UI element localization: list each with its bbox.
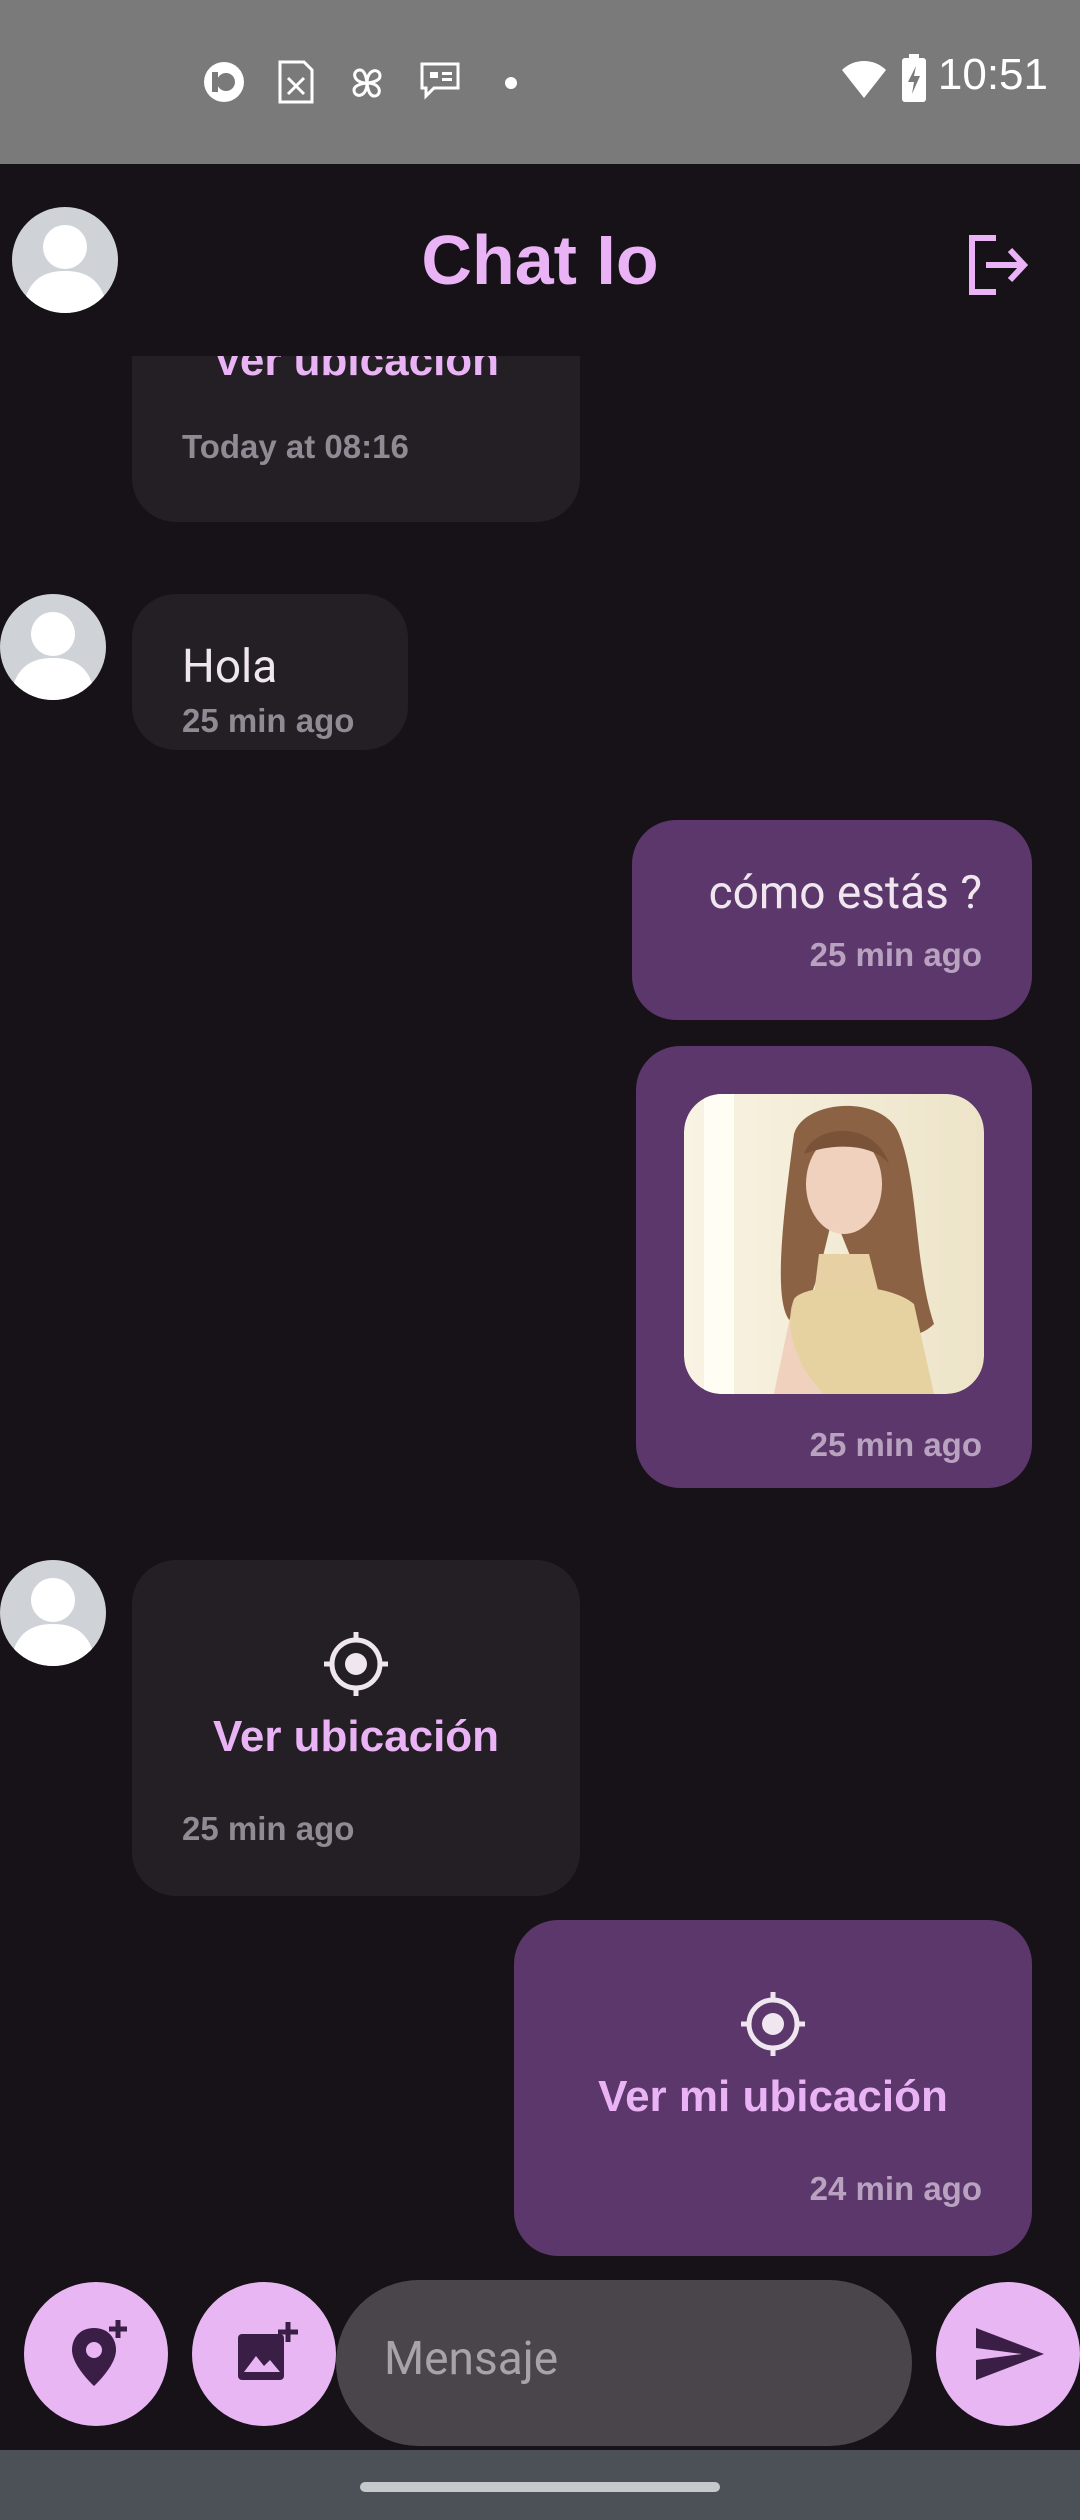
photo-thumbnail[interactable] <box>684 1094 984 1394</box>
home-gesture-handle[interactable] <box>360 2482 720 2492</box>
message-time: 25 min ago <box>809 936 982 973</box>
message-time: 25 min ago <box>182 702 355 739</box>
contact-avatar-icon <box>0 1560 106 1666</box>
message-text: cómo estás ? <box>708 866 982 920</box>
add-location-icon <box>72 2320 127 2386</box>
message-bubble-incoming: Ver ubicación Today at 08:16 <box>132 356 580 522</box>
dot-icon <box>505 77 517 89</box>
location-target-icon <box>324 1632 388 1696</box>
message-input-placeholder: Mensaje <box>384 2332 559 2386</box>
view-location-link[interactable]: Ver ubicación <box>132 1712 580 1762</box>
message-bubble-incoming: Hola 25 min ago <box>132 594 408 750</box>
pocket-casts-icon <box>204 62 244 102</box>
message-text: Hola <box>182 640 278 694</box>
sim-error-icon <box>278 60 314 104</box>
message-list[interactable]: Ver ubicación Today at 08:16 Hola 25 min… <box>0 356 1080 2286</box>
view-location-link[interactable]: Ver ubicación <box>132 356 580 386</box>
location-target-icon <box>741 1992 805 2056</box>
message-badge-icon <box>420 62 460 100</box>
logout-icon[interactable] <box>962 230 1032 300</box>
send-button[interactable] <box>936 2282 1080 2426</box>
status-bar: 10:51 <box>0 0 1080 164</box>
composer-bar: Mensaje <box>0 2280 1080 2450</box>
pinwheel-icon <box>352 68 382 98</box>
message-bubble-outgoing: Ver mi ubicación 24 min ago <box>514 1920 1032 2256</box>
add-photo-button[interactable] <box>192 2282 336 2426</box>
message-bubble-incoming: Ver ubicación 25 min ago <box>132 1560 580 1896</box>
add-photo-icon <box>238 2322 298 2380</box>
navigation-bar <box>0 2450 1080 2520</box>
battery-charging-icon <box>902 54 926 102</box>
status-time: 10:51 <box>937 50 1048 99</box>
message-bubble-outgoing: 25 min ago <box>636 1046 1032 1488</box>
wifi-icon <box>842 61 886 98</box>
message-time: Today at 08:16 <box>182 428 409 465</box>
message-time: 25 min ago <box>809 1426 982 1463</box>
message-input[interactable]: Mensaje <box>336 2280 912 2446</box>
add-location-button[interactable] <box>24 2282 168 2426</box>
page-title: Chat Io <box>421 221 659 299</box>
send-icon <box>976 2328 1044 2380</box>
message-time: 24 min ago <box>809 2170 982 2207</box>
app-bar: Chat Io <box>0 164 1080 356</box>
message-bubble-outgoing: cómo estás ? 25 min ago <box>632 820 1032 1020</box>
view-my-location-link[interactable]: Ver mi ubicación <box>514 2072 1032 2122</box>
contact-avatar-icon <box>0 594 106 700</box>
message-time: 25 min ago <box>182 1810 355 1847</box>
